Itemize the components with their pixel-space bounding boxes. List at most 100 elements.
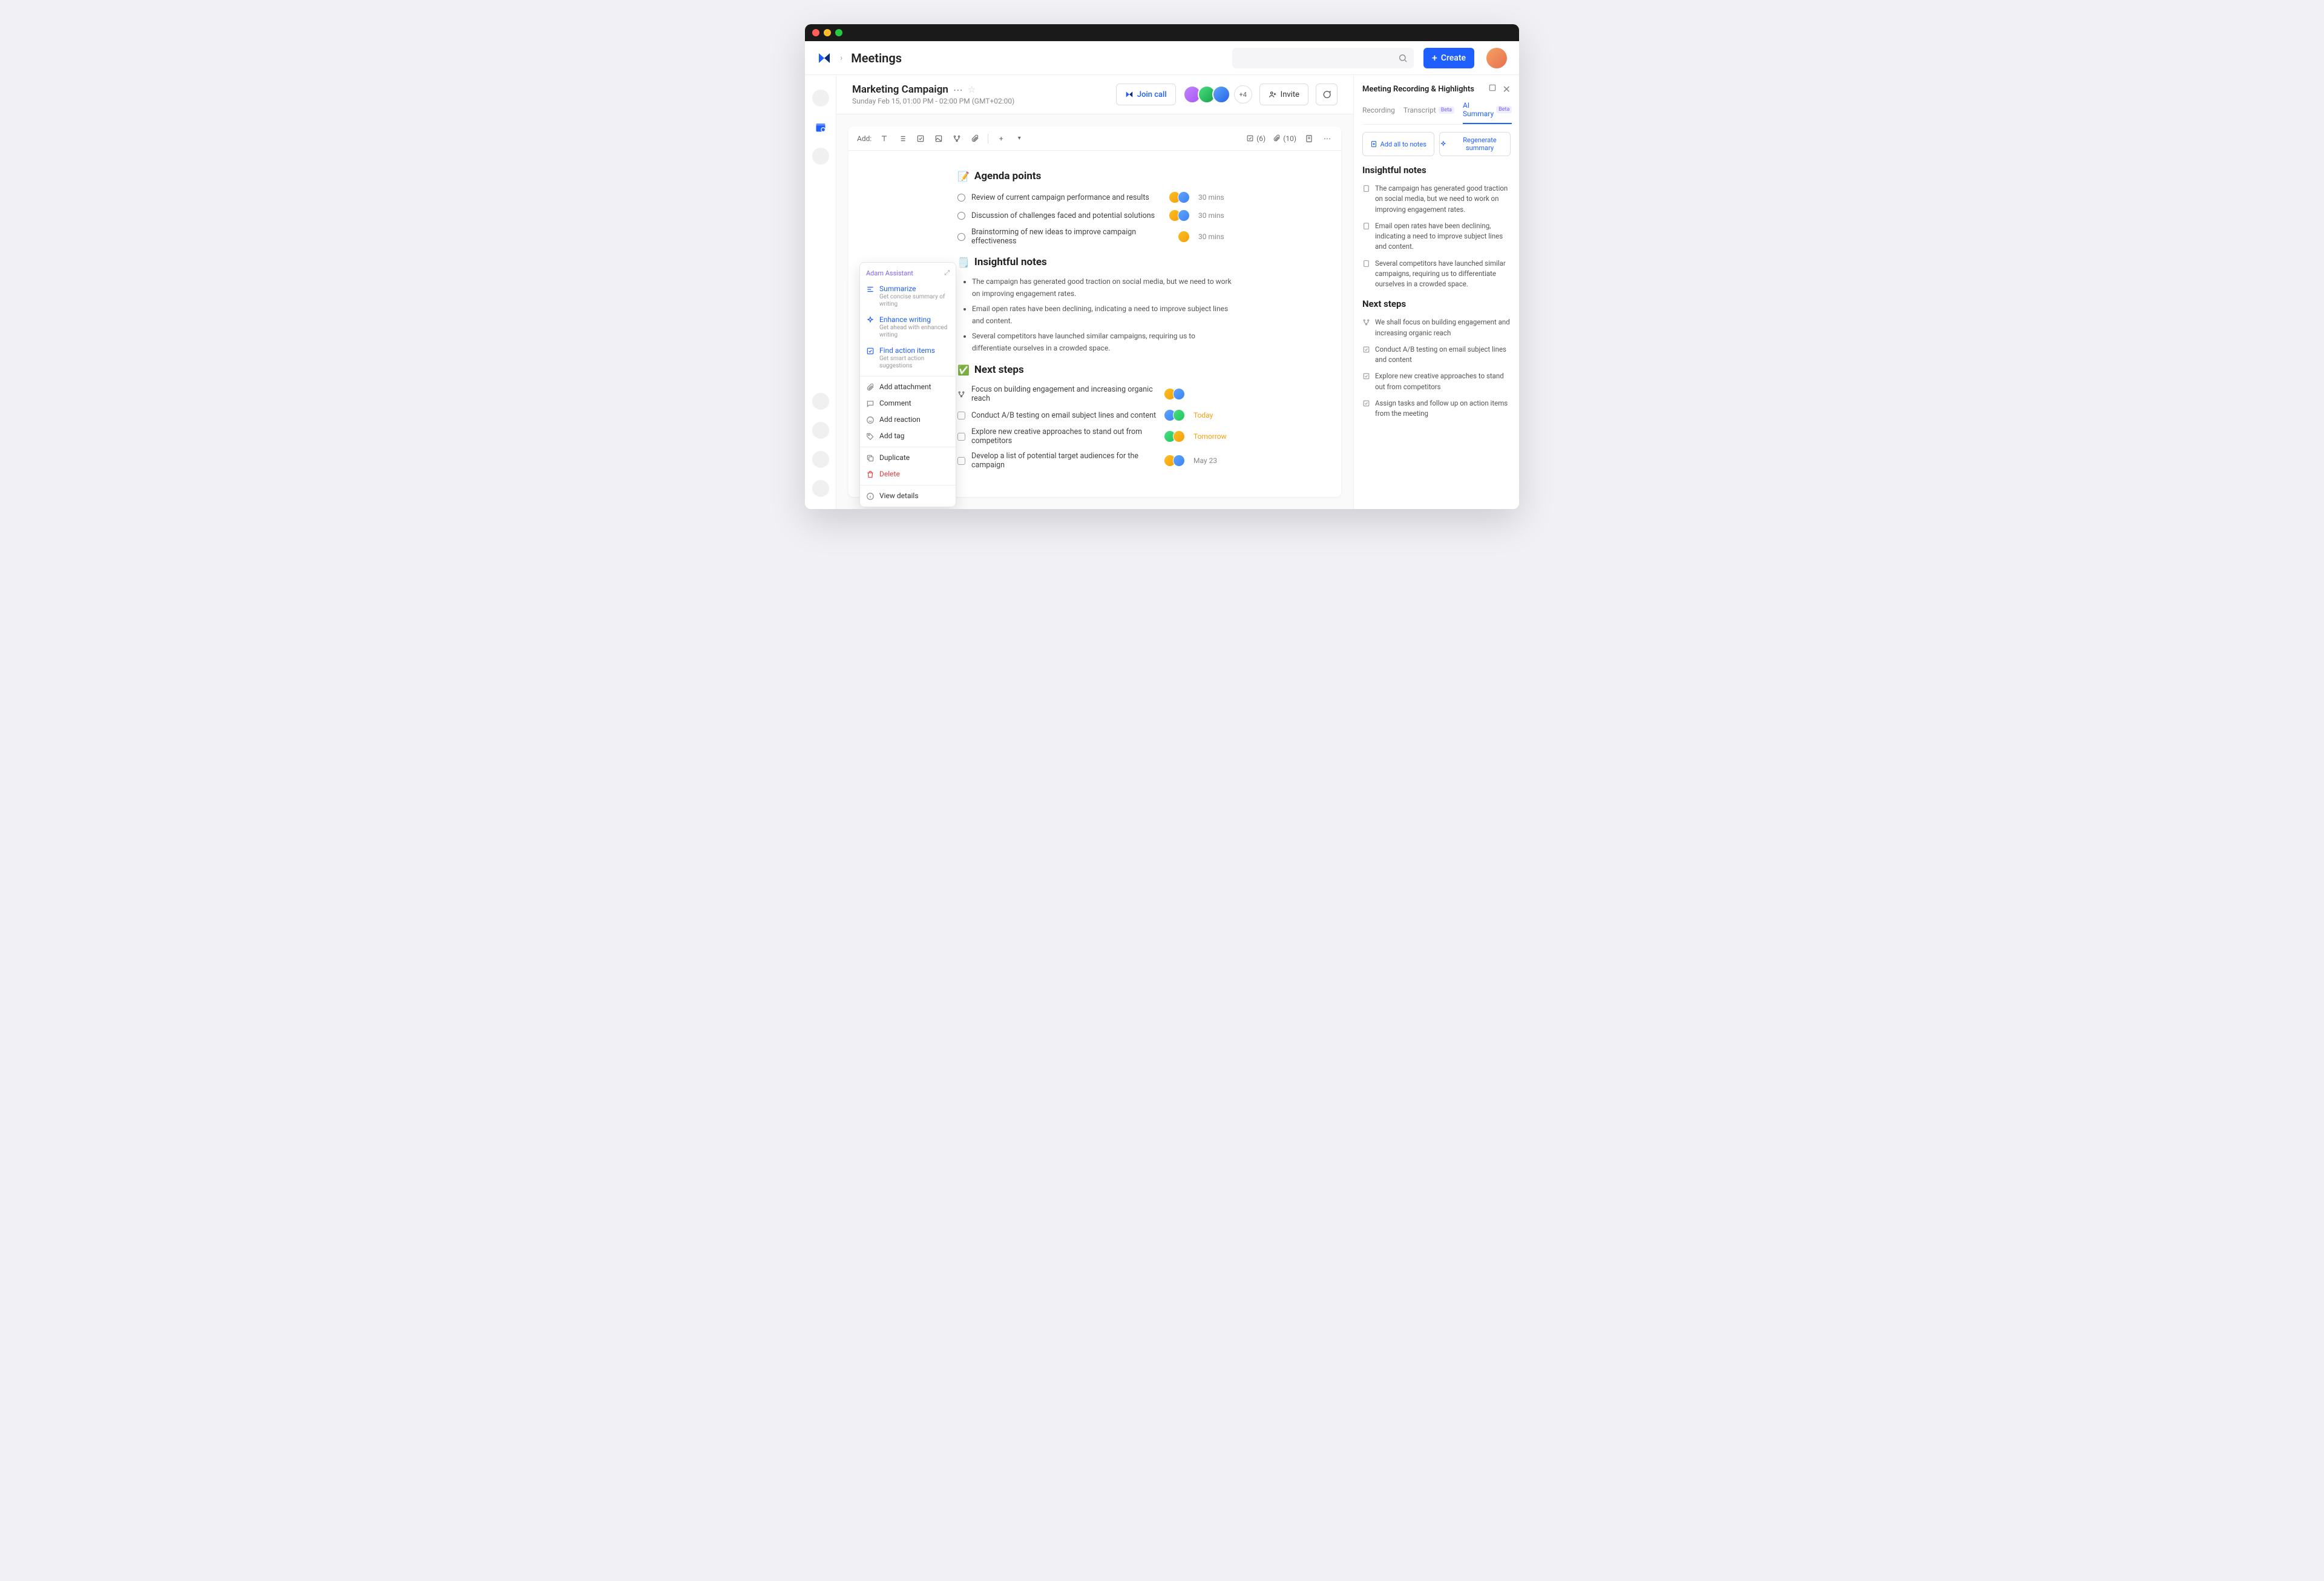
note-item[interactable]: The campaign has generated good traction… xyxy=(972,274,1232,301)
agenda-duration: 30 mins xyxy=(1198,193,1232,202)
close-window-icon[interactable] xyxy=(812,29,819,36)
template-icon[interactable] xyxy=(1304,133,1315,144)
app-logo[interactable] xyxy=(817,51,832,65)
minimize-window-icon[interactable] xyxy=(824,29,831,36)
task-row[interactable]: Conduct A/B testing on email subject lin… xyxy=(957,406,1232,424)
expand-panel-icon[interactable] xyxy=(1488,84,1497,95)
agenda-duration: 30 mins xyxy=(1198,232,1232,241)
panel-note-item[interactable]: The campaign has generated good traction… xyxy=(1362,180,1511,218)
rail-item[interactable] xyxy=(812,422,829,439)
menu-item-find-action-items[interactable]: Find action itemsGet smart action sugges… xyxy=(860,343,956,373)
document-icon xyxy=(1362,260,1370,268)
menu-item-add-reaction[interactable]: Add reaction xyxy=(860,412,956,428)
star-icon[interactable]: ☆ xyxy=(968,84,976,95)
current-user-avatar[interactable] xyxy=(1486,48,1507,68)
checkbox[interactable] xyxy=(957,433,965,441)
document-icon xyxy=(1362,222,1370,230)
breadcrumb-title[interactable]: Meetings xyxy=(851,51,902,65)
document-toolbar: Add: + ▾ (6) xyxy=(849,127,1341,151)
radio-icon[interactable] xyxy=(957,212,965,220)
menu-icon xyxy=(866,347,875,355)
task-row[interactable]: Focus on building engagement and increas… xyxy=(957,382,1232,406)
paperclip-icon[interactable] xyxy=(970,133,980,144)
rail-item[interactable] xyxy=(812,451,829,468)
task-row[interactable]: Explore new creative approaches to stand… xyxy=(957,424,1232,449)
rail-item[interactable] xyxy=(812,90,829,107)
menu-item-comment[interactable]: Comment xyxy=(860,395,956,412)
chat-icon[interactable] xyxy=(1316,84,1338,105)
menu-item-add-tag[interactable]: Add tag xyxy=(860,428,956,444)
note-item[interactable]: Email open rates have been declining, in… xyxy=(972,301,1232,329)
trash-icon xyxy=(866,470,875,479)
close-panel-icon[interactable]: ✕ xyxy=(1503,84,1511,95)
tab-transcript[interactable]: TranscriptBeta xyxy=(1403,101,1454,124)
check-icon xyxy=(1362,399,1370,407)
task-row[interactable]: Develop a list of potential target audie… xyxy=(957,449,1232,473)
rail-item[interactable] xyxy=(812,148,829,165)
agenda-row[interactable]: Review of current campaign performance a… xyxy=(957,188,1232,206)
checkbox[interactable] xyxy=(957,457,965,465)
menu-item-view-details[interactable]: View details xyxy=(860,488,956,504)
checklist-count[interactable]: (6) xyxy=(1246,134,1265,143)
rail-meetings-icon[interactable] xyxy=(812,119,829,136)
menu-item-delete[interactable]: Delete xyxy=(860,466,956,482)
panel-note-item[interactable]: Several competitors have launched simila… xyxy=(1362,255,1511,293)
panel-next-item[interactable]: We shall focus on building engagement an… xyxy=(1362,314,1511,341)
maximize-window-icon[interactable] xyxy=(835,29,842,36)
panel-next-item[interactable]: Explore new creative approaches to stand… xyxy=(1362,368,1511,395)
rail-item[interactable] xyxy=(812,393,829,410)
join-call-button[interactable]: Join call xyxy=(1116,84,1176,105)
document-icon xyxy=(1362,185,1370,192)
panel-next-item[interactable]: Conduct A/B testing on email subject lin… xyxy=(1362,341,1511,369)
search-input[interactable] xyxy=(1232,48,1414,68)
menu-item-summarize[interactable]: SummarizeGet concise summary of writing xyxy=(860,281,956,312)
branch-icon[interactable] xyxy=(951,133,962,144)
expand-icon[interactable]: ⤢ xyxy=(944,269,950,277)
menu-item-add-attachment[interactable]: Add attachment xyxy=(860,379,956,395)
panel-next-item[interactable]: Assign tasks and follow up on action ite… xyxy=(1362,395,1511,422)
join-call-label: Join call xyxy=(1137,90,1167,99)
agenda-row[interactable]: Brainstorming of new ideas to improve ca… xyxy=(957,225,1232,249)
side-panel: Meeting Recording & Highlights ✕ Recordi… xyxy=(1353,75,1519,509)
panel-next-heading: Next steps xyxy=(1362,298,1511,309)
avatar-group[interactable]: +4 xyxy=(1183,85,1252,104)
image-icon[interactable] xyxy=(933,133,944,144)
chevron-down-icon[interactable]: ▾ xyxy=(1014,133,1025,144)
more-icon[interactable]: ⋯ xyxy=(953,84,963,96)
plus-icon[interactable]: + xyxy=(996,133,1006,144)
tab-ai-summary[interactable]: AI SummaryBeta xyxy=(1463,101,1512,124)
invite-button[interactable]: Invite xyxy=(1259,84,1308,105)
app-window: › Meetings + Create xyxy=(805,24,1519,509)
rail-item[interactable] xyxy=(812,480,829,497)
more-icon[interactable]: ⋯ xyxy=(1322,133,1333,144)
create-button[interactable]: + Create xyxy=(1423,48,1474,68)
radio-icon[interactable] xyxy=(957,194,965,202)
agenda-row[interactable]: Discussion of challenges faced and poten… xyxy=(957,206,1232,225)
tab-recording[interactable]: Recording xyxy=(1362,101,1395,124)
attachment-count[interactable]: (10) xyxy=(1273,134,1296,143)
text-icon[interactable] xyxy=(879,133,890,144)
panel-next-text: Conduct A/B testing on email subject lin… xyxy=(1375,344,1511,366)
add-all-to-notes-button[interactable]: Add all to notes xyxy=(1362,132,1434,156)
document-area: Add: + ▾ (6) xyxy=(849,127,1341,497)
menu-label: Add tag xyxy=(879,432,950,440)
check-emoji-icon: ✅ xyxy=(957,364,970,376)
avatar-more[interactable]: +4 xyxy=(1234,85,1252,104)
task-due: May 23 xyxy=(1193,456,1232,465)
notes-list: The campaign has generated good traction… xyxy=(957,274,1232,355)
menu-item-enhance-writing[interactable]: Enhance writingGet ahead with enhanced w… xyxy=(860,312,956,343)
chevron-right-icon: › xyxy=(840,53,842,63)
sparkle-icon xyxy=(1440,140,1447,148)
checkbox[interactable] xyxy=(957,412,965,419)
next-steps-heading: ✅ Next steps xyxy=(957,364,1232,376)
panel-note-item[interactable]: Email open rates have been declining, in… xyxy=(1362,218,1511,255)
note-item[interactable]: Several competitors have launched simila… xyxy=(972,329,1232,356)
list-icon[interactable] xyxy=(897,133,908,144)
radio-icon[interactable] xyxy=(957,233,965,241)
task-avatars xyxy=(1164,455,1185,467)
checkbox-icon[interactable] xyxy=(915,133,926,144)
agenda-avatars xyxy=(1178,231,1190,243)
panel-notes-heading: Insightful notes xyxy=(1362,165,1511,176)
menu-item-duplicate[interactable]: Duplicate xyxy=(860,450,956,466)
regenerate-button[interactable]: Regenerate summary xyxy=(1439,132,1511,156)
